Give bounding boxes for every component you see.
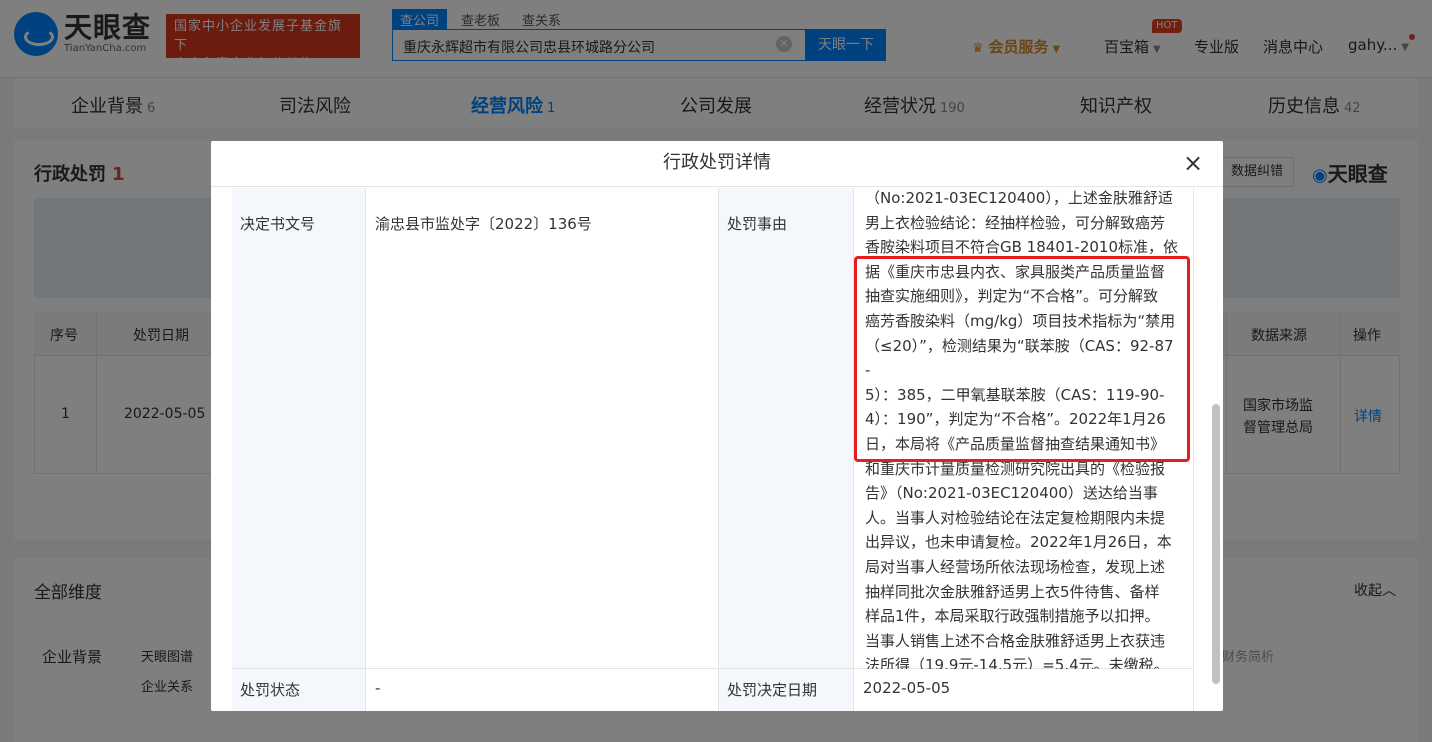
reason-line: 局对当事人经营场所依法现场检查，发现上述 xyxy=(865,557,1166,576)
reason-line: 男上衣检验结论：经抽样检验，可分解致癌芳 xyxy=(865,213,1166,232)
label-doc-number: 决定书文号 xyxy=(232,188,366,669)
reason-line: （No:2021-03EC120400），上述金肤雅舒适 xyxy=(865,189,1173,207)
reason-line: 当事人销售上述不合格金肤雅舒适男上衣获违 xyxy=(865,631,1166,650)
modal-scrollbar[interactable] xyxy=(1212,404,1220,684)
reason-line: 抽样同批次金肤雅舒适男上衣5件待售、备样 xyxy=(865,582,1160,601)
reason-line: 告》（No:2021-03EC120400）送达给当事 xyxy=(865,484,1158,503)
modal-title: 行政处罚详情 xyxy=(211,141,1223,187)
reason-line: 人。当事人对检验结论在法定复检期限内未提 xyxy=(865,508,1166,527)
highlight-annotation xyxy=(854,256,1190,462)
reason-line: 样品1件，本局采取行政强制措施予以扣押。 xyxy=(865,607,1160,626)
value-status: - xyxy=(366,669,719,711)
label-decision-date: 处罚决定日期 xyxy=(719,669,854,711)
value-doc-number: 渝忠县市监处字〔2022〕136号 xyxy=(366,188,719,669)
close-icon[interactable]: × xyxy=(1181,151,1205,175)
penalty-detail-modal: 行政处罚详情 × 决定书文号 渝忠县市监处字〔2022〕136号 处罚事由 （N… xyxy=(211,141,1223,711)
label-reason: 处罚事由 xyxy=(719,188,854,669)
modal-body: 决定书文号 渝忠县市监处字〔2022〕136号 处罚事由 （No:2021-03… xyxy=(211,188,1223,711)
label-status: 处罚状态 xyxy=(232,669,366,711)
value-decision-date: 2022-05-05 xyxy=(854,669,1194,711)
reason-line: 出异议，也未申请复检。2022年1月26日，本 xyxy=(865,533,1172,552)
